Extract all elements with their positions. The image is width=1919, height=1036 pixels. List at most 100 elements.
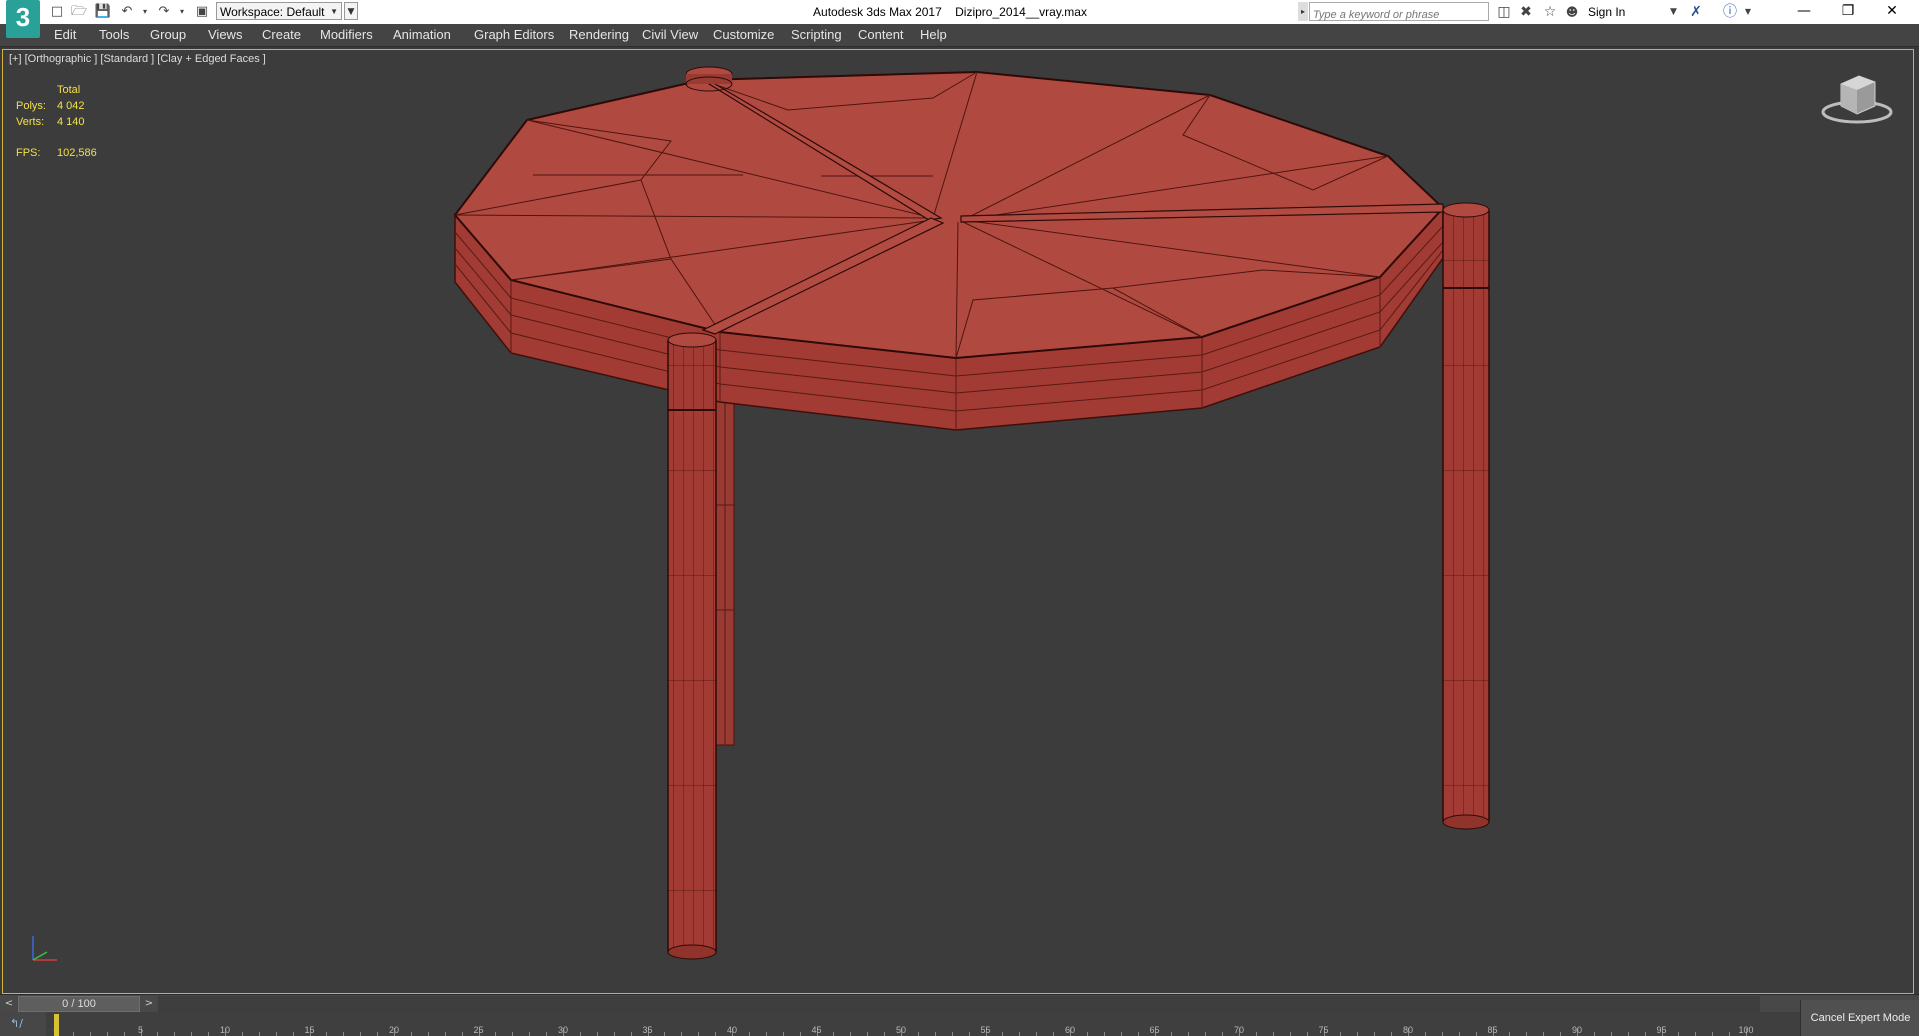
- ruler-tick: [427, 1032, 429, 1036]
- ruler-tick: [1644, 1032, 1646, 1036]
- ruler-tick: [1627, 1032, 1629, 1036]
- ruler-tick: [123, 1032, 125, 1036]
- ruler-tick: [1205, 1032, 1207, 1036]
- time-slider-thumb[interactable]: 0 / 100: [18, 996, 140, 1012]
- ruler-tick: [410, 1032, 412, 1036]
- menu-edit[interactable]: Edit: [54, 24, 76, 46]
- ruler-tick: [1171, 1032, 1173, 1036]
- ruler-tick: [89, 1032, 91, 1036]
- cancel-expert-mode-button[interactable]: Cancel Expert Mode: [1800, 1000, 1919, 1036]
- ruler-tick: [765, 1032, 767, 1036]
- ruler-tick: [1086, 1032, 1088, 1036]
- ruler-tick-label: 80: [1402, 1025, 1414, 1035]
- menu-bar: Edit Tools Group Views Create Modifiers …: [0, 24, 1919, 47]
- restore-icon[interactable]: ❐: [1826, 0, 1870, 24]
- ruler-tick-label: 85: [1487, 1025, 1498, 1035]
- ruler-tick: [1053, 1032, 1055, 1036]
- ruler-tick: [715, 1032, 717, 1036]
- menu-rendering[interactable]: Rendering: [569, 24, 629, 46]
- ruler-tick-label: 50: [895, 1025, 907, 1035]
- search-input[interactable]: [1310, 7, 1486, 23]
- menu-animation[interactable]: Animation: [393, 24, 451, 46]
- user-icon[interactable]: ☻: [1562, 3, 1582, 21]
- ruler-tick: [1374, 1032, 1376, 1036]
- next-frame-icon[interactable]: >: [142, 996, 156, 1012]
- close-icon[interactable]: ✕: [1870, 0, 1914, 24]
- workspace-dropdown[interactable]: Workspace: Default ▼: [216, 2, 342, 20]
- ruler-tick: [1526, 1032, 1528, 1036]
- perspective-viewport[interactable]: [+] [Orthographic ] [Standard ] [Clay + …: [2, 49, 1914, 994]
- ruler-tick: [292, 1032, 294, 1036]
- ruler-tick: [1424, 1032, 1426, 1036]
- current-frame-marker[interactable]: [54, 1014, 59, 1036]
- undo-icon[interactable]: ↶: [118, 3, 136, 21]
- ruler-tick-label: 100: [1738, 1025, 1754, 1035]
- ruler-tick: [275, 1032, 277, 1036]
- menu-civil-view[interactable]: Civil View: [642, 24, 698, 46]
- ruler-tick: [157, 1032, 159, 1036]
- time-slider[interactable]: < 0 / 100 >: [0, 994, 1919, 1013]
- workspace-menu-icon[interactable]: ▼: [344, 2, 358, 20]
- ruler-tick-label: 15: [304, 1025, 315, 1035]
- project-icon[interactable]: ▣: [193, 3, 211, 21]
- chevron-down-icon[interactable]: ▼: [1670, 0, 1677, 24]
- ruler-tick: [343, 1032, 345, 1036]
- search-box[interactable]: [1309, 2, 1489, 23]
- binoculars-icon[interactable]: ◫: [1494, 3, 1514, 21]
- menu-tools[interactable]: Tools: [99, 24, 129, 46]
- table-leg-right[interactable]: [1442, 202, 1490, 830]
- new-file-icon[interactable]: □: [48, 3, 66, 21]
- ruler-tick: [1120, 1032, 1122, 1036]
- star-icon[interactable]: ☆: [1540, 3, 1560, 21]
- exchange-icon[interactable]: ✗: [1686, 3, 1706, 21]
- menu-group[interactable]: Group: [150, 24, 186, 46]
- menu-scripting[interactable]: Scripting: [791, 24, 842, 46]
- ruler-tick: [850, 1032, 852, 1036]
- chevron-down-icon: ▼: [330, 7, 338, 16]
- communication-icon[interactable]: ✖: [1516, 3, 1536, 21]
- table-model[interactable]: [3, 50, 1914, 994]
- ruler-tick: [867, 1032, 869, 1036]
- menu-modifiers[interactable]: Modifiers: [320, 24, 373, 46]
- ruler-tick-label: 30: [557, 1025, 569, 1035]
- ruler-tick-label: 70: [1233, 1025, 1245, 1035]
- help-dropdown-icon[interactable]: ▼: [1738, 3, 1758, 21]
- ruler-tick: [1002, 1032, 1004, 1036]
- prev-frame-icon[interactable]: <: [2, 996, 16, 1012]
- menu-customize[interactable]: Customize: [713, 24, 774, 46]
- ruler-tick: [664, 1032, 666, 1036]
- key-mode-icon[interactable]: ↰/: [0, 1012, 46, 1036]
- ruler-tick: [748, 1032, 750, 1036]
- workspace-label: Workspace: Default: [220, 5, 325, 19]
- ruler-tick: [698, 1032, 700, 1036]
- save-icon[interactable]: 💾: [94, 3, 112, 21]
- menu-content[interactable]: Content: [858, 24, 904, 46]
- help-icon[interactable]: ⓘ: [1720, 3, 1740, 21]
- table-leg-front-left[interactable]: [667, 332, 717, 960]
- menu-help[interactable]: Help: [920, 24, 947, 46]
- ruler-tick: [1509, 1032, 1511, 1036]
- time-slider-track[interactable]: [158, 996, 1760, 1012]
- redo-dropdown-icon[interactable]: ▾: [173, 3, 191, 21]
- ruler-tick: [799, 1032, 801, 1036]
- ruler-tick: [579, 1032, 581, 1036]
- minimize-icon[interactable]: —: [1782, 0, 1826, 24]
- search-expand-icon[interactable]: ▸: [1298, 2, 1308, 21]
- viewcube-icon[interactable]: [1819, 68, 1895, 128]
- redo-icon[interactable]: ↷: [155, 3, 173, 21]
- undo-dropdown-icon[interactable]: ▾: [136, 3, 154, 21]
- ruler-tick: [461, 1032, 463, 1036]
- track-bar[interactable]: ↰/ 0510152025303540455055606570758085909…: [0, 1012, 1919, 1036]
- app-logo[interactable]: 3: [6, 0, 40, 38]
- ruler-tick-label: 90: [1571, 1025, 1583, 1035]
- ruler-tick: [529, 1032, 531, 1036]
- menu-views[interactable]: Views: [208, 24, 242, 46]
- ruler-tick: [681, 1032, 683, 1036]
- open-file-icon[interactable]: 🗁: [70, 3, 88, 21]
- menu-create[interactable]: Create: [262, 24, 301, 46]
- ruler-tick: [1593, 1032, 1595, 1036]
- ruler-tick: [917, 1032, 919, 1036]
- frame-ruler[interactable]: 0510152025303540455055606570758085909510…: [53, 1012, 1754, 1036]
- menu-graph-editors[interactable]: Graph Editors: [474, 24, 554, 46]
- sign-in-link[interactable]: Sign In: [1588, 0, 1625, 24]
